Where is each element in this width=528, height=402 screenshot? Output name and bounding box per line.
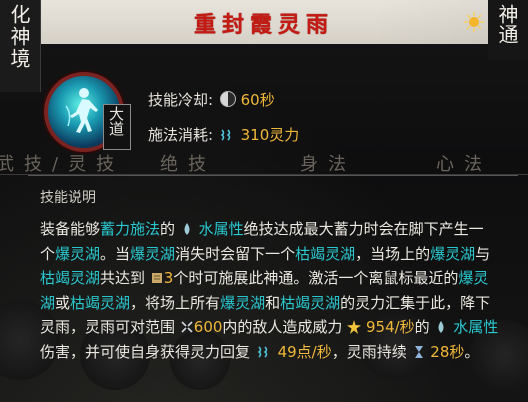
- power-value: 954/秒: [365, 318, 415, 336]
- keyword-dry-lake: 枯竭灵湖: [280, 293, 341, 312]
- keyword-lake: 爆灵湖: [220, 293, 266, 312]
- keyword-water: 水属性: [453, 318, 499, 336]
- cooldown-value: 60秒: [240, 91, 275, 109]
- keyword-dry-lake: 枯竭灵湖: [295, 244, 356, 263]
- cost-label: 施法消耗:: [148, 126, 214, 144]
- category-badge: 神通: [488, 0, 528, 60]
- desc-text: 。: [464, 342, 480, 361]
- realm-badge-text: 化神境: [7, 4, 31, 70]
- spirit-figure-icon: [65, 88, 98, 133]
- desc-text: 装备能够: [40, 220, 101, 238]
- desc-text: ，当场上的: [355, 244, 431, 263]
- desc-text: 内的敌人造成威力: [222, 318, 348, 336]
- keyword-dry-lake: 枯竭灵湖: [40, 269, 101, 287]
- skill-tag: 大道: [107, 106, 125, 136]
- hourglass-icon: [414, 345, 423, 358]
- keyword-dry-lake: 枯竭灵湖: [70, 293, 131, 312]
- desc-text: 个时可施展此神通。激活一个离鼠标最近的: [173, 269, 459, 287]
- keyword-lake: 湖: [40, 293, 56, 312]
- keyword-lake: 爆灵湖: [130, 244, 176, 263]
- desc-text: 和: [265, 293, 281, 312]
- skill-title: 重封霞灵雨: [193, 12, 334, 38]
- desc-text: 灵雨，灵雨可对范围: [40, 318, 180, 336]
- desc-text: 绝技达成最大蓄力时会在脚下产生一: [243, 220, 484, 238]
- desc-text: 的: [160, 220, 180, 238]
- power-burst-icon: [347, 320, 362, 334]
- keyword-water: 水属性: [198, 220, 244, 238]
- desc-text: 。当: [100, 244, 131, 263]
- sun-icon: [464, 12, 484, 32]
- regen-value: 49点/秒: [277, 342, 332, 361]
- spirit-energy-icon: [220, 129, 231, 141]
- desc-text: 的: [414, 318, 435, 336]
- water-drop-icon: [438, 321, 444, 333]
- keyword-lake: 爆灵湖: [55, 244, 101, 263]
- desc-text: 或: [55, 293, 71, 312]
- section-divider: [28, 175, 518, 176]
- spirit-energy-icon: [257, 345, 268, 358]
- realm-badge: 化神境: [0, 0, 41, 92]
- section-title: 技能说明: [40, 190, 96, 206]
- cost-value: 310灵力: [240, 126, 300, 144]
- cooldown-label: 技能冷却:: [148, 91, 214, 109]
- category-badge-text: 神通: [495, 4, 519, 44]
- duration-value: 28秒: [430, 342, 465, 361]
- desc-text: ，灵雨持续: [331, 342, 412, 361]
- desc-text: 伤害，并可使自身获得灵力回复: [40, 342, 255, 361]
- cooldown-icon: [219, 91, 236, 107]
- keyword-lake: 爆灵: [458, 269, 489, 287]
- desc-text: 共达到: [100, 269, 150, 287]
- range-value: 600: [193, 318, 223, 336]
- count-value: 3: [163, 269, 174, 287]
- scroll-icon: [151, 273, 162, 283]
- skill-tabs: 武技/灵技 绝技 身法 心法: [0, 148, 528, 176]
- keyword-lake: 爆灵湖: [430, 244, 476, 263]
- desc-text: 个: [40, 244, 56, 263]
- range-icon: [181, 321, 193, 333]
- desc-text: 消失时会留下一个: [175, 244, 296, 263]
- keyword-charge: 蓄力施法: [100, 220, 161, 238]
- skill-description: 装备能够蓄力施法的 水属性绝技达成最大蓄力时会在脚下产生一 个爆灵湖。当爆灵湖消…: [40, 217, 516, 364]
- desc-text: ，将场上所有: [130, 293, 221, 312]
- water-drop-icon: [184, 223, 190, 235]
- desc-text: 与: [475, 244, 491, 263]
- cooldown-row: 技能冷却: 60秒: [148, 89, 275, 110]
- cost-row: 施法消耗: 310灵力: [148, 124, 299, 145]
- desc-text: 的灵力汇集于此，降下: [340, 293, 491, 312]
